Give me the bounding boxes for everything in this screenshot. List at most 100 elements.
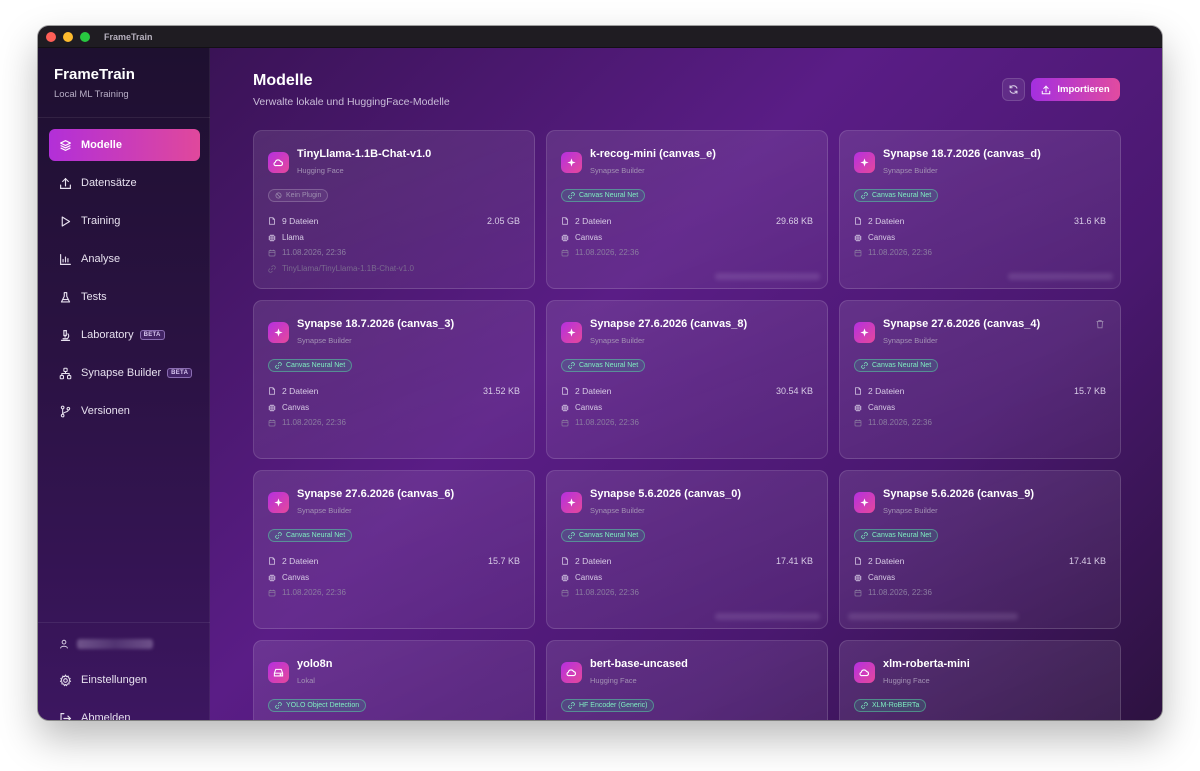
plugin-badge: Canvas Neural Net (854, 359, 939, 372)
sidebar-item-synapse-builder[interactable]: Synapse Builder BETA (49, 357, 200, 389)
hard-drive-icon (273, 668, 284, 677)
sidebar-item-label: Laboratory (81, 329, 134, 341)
card-source: Synapse Builder (883, 166, 938, 175)
date-text: 11.08.2026, 22:36 (868, 248, 932, 257)
plug-icon (861, 702, 868, 709)
plugin-badge: Canvas Neural Net (854, 529, 939, 542)
model-size: 31.52 KB (482, 386, 520, 396)
card-title: k-recog-mini (canvas_e) (590, 148, 716, 160)
plugin-badge: XLM-RoBERTa (854, 699, 927, 712)
model-card[interactable]: Synapse 27.6.2026 (canvas_4) Synapse Bui… (839, 300, 1121, 459)
redacted-text (848, 613, 1018, 620)
date-text: 11.08.2026, 22:36 (575, 588, 639, 597)
file-count-text: 2 Dateien (575, 556, 612, 566)
file-count-text: 2 Dateien (868, 216, 905, 226)
page-subtitle: Verwalte lokale und HuggingFace-Modelle (253, 96, 450, 108)
date: 11.08.2026, 22:36 (268, 418, 346, 427)
sidebar-item-modelle[interactable]: Modelle (49, 129, 200, 161)
trash-icon[interactable] (1095, 319, 1105, 329)
minimize-window-button[interactable] (63, 31, 73, 42)
file-count: 2 Dateien (268, 556, 318, 566)
card-source: Hugging Face (590, 676, 637, 685)
repo-path: TinyLlama/TinyLlama-1.1B-Chat-v1.0 (268, 264, 414, 273)
maximize-window-button[interactable] (80, 31, 90, 42)
plugin-badge: Canvas Neural Net (854, 189, 939, 202)
sparkle-icon (860, 328, 869, 337)
sidebar-item-label: Abmelden (81, 712, 131, 720)
date-text: 11.08.2026, 22:36 (282, 248, 346, 257)
file-count-text: 2 Dateien (282, 556, 319, 566)
sidebar-item-analyse[interactable]: Analyse (49, 243, 200, 275)
cpu-icon (268, 234, 276, 241)
model-card[interactable]: yolo8n Lokal YOLO Object Detection (253, 640, 535, 720)
card-icon (268, 662, 289, 683)
model-card[interactable]: Synapse 18.7.2026 (canvas_3) Synapse Bui… (253, 300, 535, 459)
file-count-text: 2 Dateien (575, 386, 612, 396)
plug-icon (568, 532, 575, 539)
model-card[interactable]: Synapse 27.6.2026 (canvas_8) Synapse Bui… (546, 300, 828, 459)
beta-badge: BETA (139, 330, 165, 340)
sparkle-icon (274, 498, 283, 507)
plug-icon (275, 532, 282, 539)
sidebar-item-training[interactable]: Training (49, 205, 200, 237)
sidebar-item-label: Training (81, 215, 121, 227)
file-icon (562, 557, 568, 565)
import-button[interactable]: Importieren (1031, 78, 1120, 101)
cloud-icon (566, 669, 576, 677)
card-source: Lokal (297, 676, 315, 685)
model-card[interactable]: bert-base-uncased Hugging Face HF Encode… (546, 640, 828, 720)
window-title: FrameTrain (104, 31, 153, 42)
model-size: 17.41 KB (775, 556, 813, 566)
card-title: bert-base-uncased (590, 658, 688, 670)
model-card[interactable]: Synapse 5.6.2026 (canvas_0) Synapse Buil… (546, 470, 828, 629)
file-icon (269, 557, 275, 565)
plugin-badge: Canvas Neural Net (268, 359, 353, 372)
model-card[interactable]: xlm-roberta-mini Hugging Face XLM-RoBERT… (839, 640, 1121, 720)
file-icon (269, 387, 275, 395)
calendar-icon (561, 419, 569, 426)
model-size: 29.68 KB (775, 216, 813, 226)
sidebar-item-einstellungen[interactable]: Einstellungen (49, 664, 200, 696)
model-card[interactable]: k-recog-mini (canvas_e) Synapse Builder … (546, 130, 828, 289)
date: 11.08.2026, 22:36 (268, 248, 346, 257)
badge-label: Canvas Neural Net (872, 192, 932, 199)
date-text: 11.08.2026, 22:36 (575, 418, 639, 427)
calendar-icon (854, 419, 862, 426)
card-icon (854, 322, 875, 343)
architecture: Canvas (854, 403, 895, 412)
plug-icon (861, 362, 868, 369)
plug-icon (568, 192, 575, 199)
sidebar-item-versionen[interactable]: Versionen (49, 395, 200, 427)
file-icon (269, 217, 275, 225)
date: 11.08.2026, 22:36 (561, 588, 639, 597)
model-size: 31.6 KB (1073, 216, 1106, 226)
plug-icon (275, 362, 282, 369)
window-controls (46, 31, 90, 42)
architecture: Canvas (268, 573, 309, 582)
card-source: Hugging Face (883, 676, 930, 685)
sidebar-item-laboratory[interactable]: Laboratory BETA (49, 319, 200, 351)
card-source: Hugging Face (297, 166, 344, 175)
card-icon (854, 662, 875, 683)
sidebar-item-tests[interactable]: Tests (49, 281, 200, 313)
card-title: Synapse 18.7.2026 (canvas_3) (297, 318, 455, 330)
git-branch-icon (60, 405, 71, 417)
refresh-button[interactable] (1002, 78, 1025, 101)
brand-name: FrameTrain (54, 66, 135, 83)
cpu-icon (854, 404, 862, 411)
close-window-button[interactable] (46, 31, 56, 42)
architecture: Llama (268, 233, 304, 242)
cpu-icon (854, 234, 862, 241)
sidebar-item-abmelden[interactable]: Abmelden (49, 702, 200, 720)
page-title: Modelle (253, 72, 313, 89)
architecture-text: Llama (282, 233, 304, 242)
model-grid: TinyLlama-1.1B-Chat-v1.0 Hugging Face Ke… (253, 130, 1121, 720)
badge-label: HF Encoder (Generic) (579, 702, 648, 709)
model-card[interactable]: Synapse 27.6.2026 (canvas_6) Synapse Bui… (253, 470, 535, 629)
model-card[interactable]: Synapse 18.7.2026 (canvas_d) Synapse Bui… (839, 130, 1121, 289)
model-card[interactable]: Synapse 5.6.2026 (canvas_9) Synapse Buil… (839, 470, 1121, 629)
sidebar-item-datensaetze[interactable]: Datensätze (49, 167, 200, 199)
gear-icon (59, 673, 72, 686)
plugin-badge: Canvas Neural Net (561, 529, 646, 542)
model-card[interactable]: TinyLlama-1.1B-Chat-v1.0 Hugging Face Ke… (253, 130, 535, 289)
